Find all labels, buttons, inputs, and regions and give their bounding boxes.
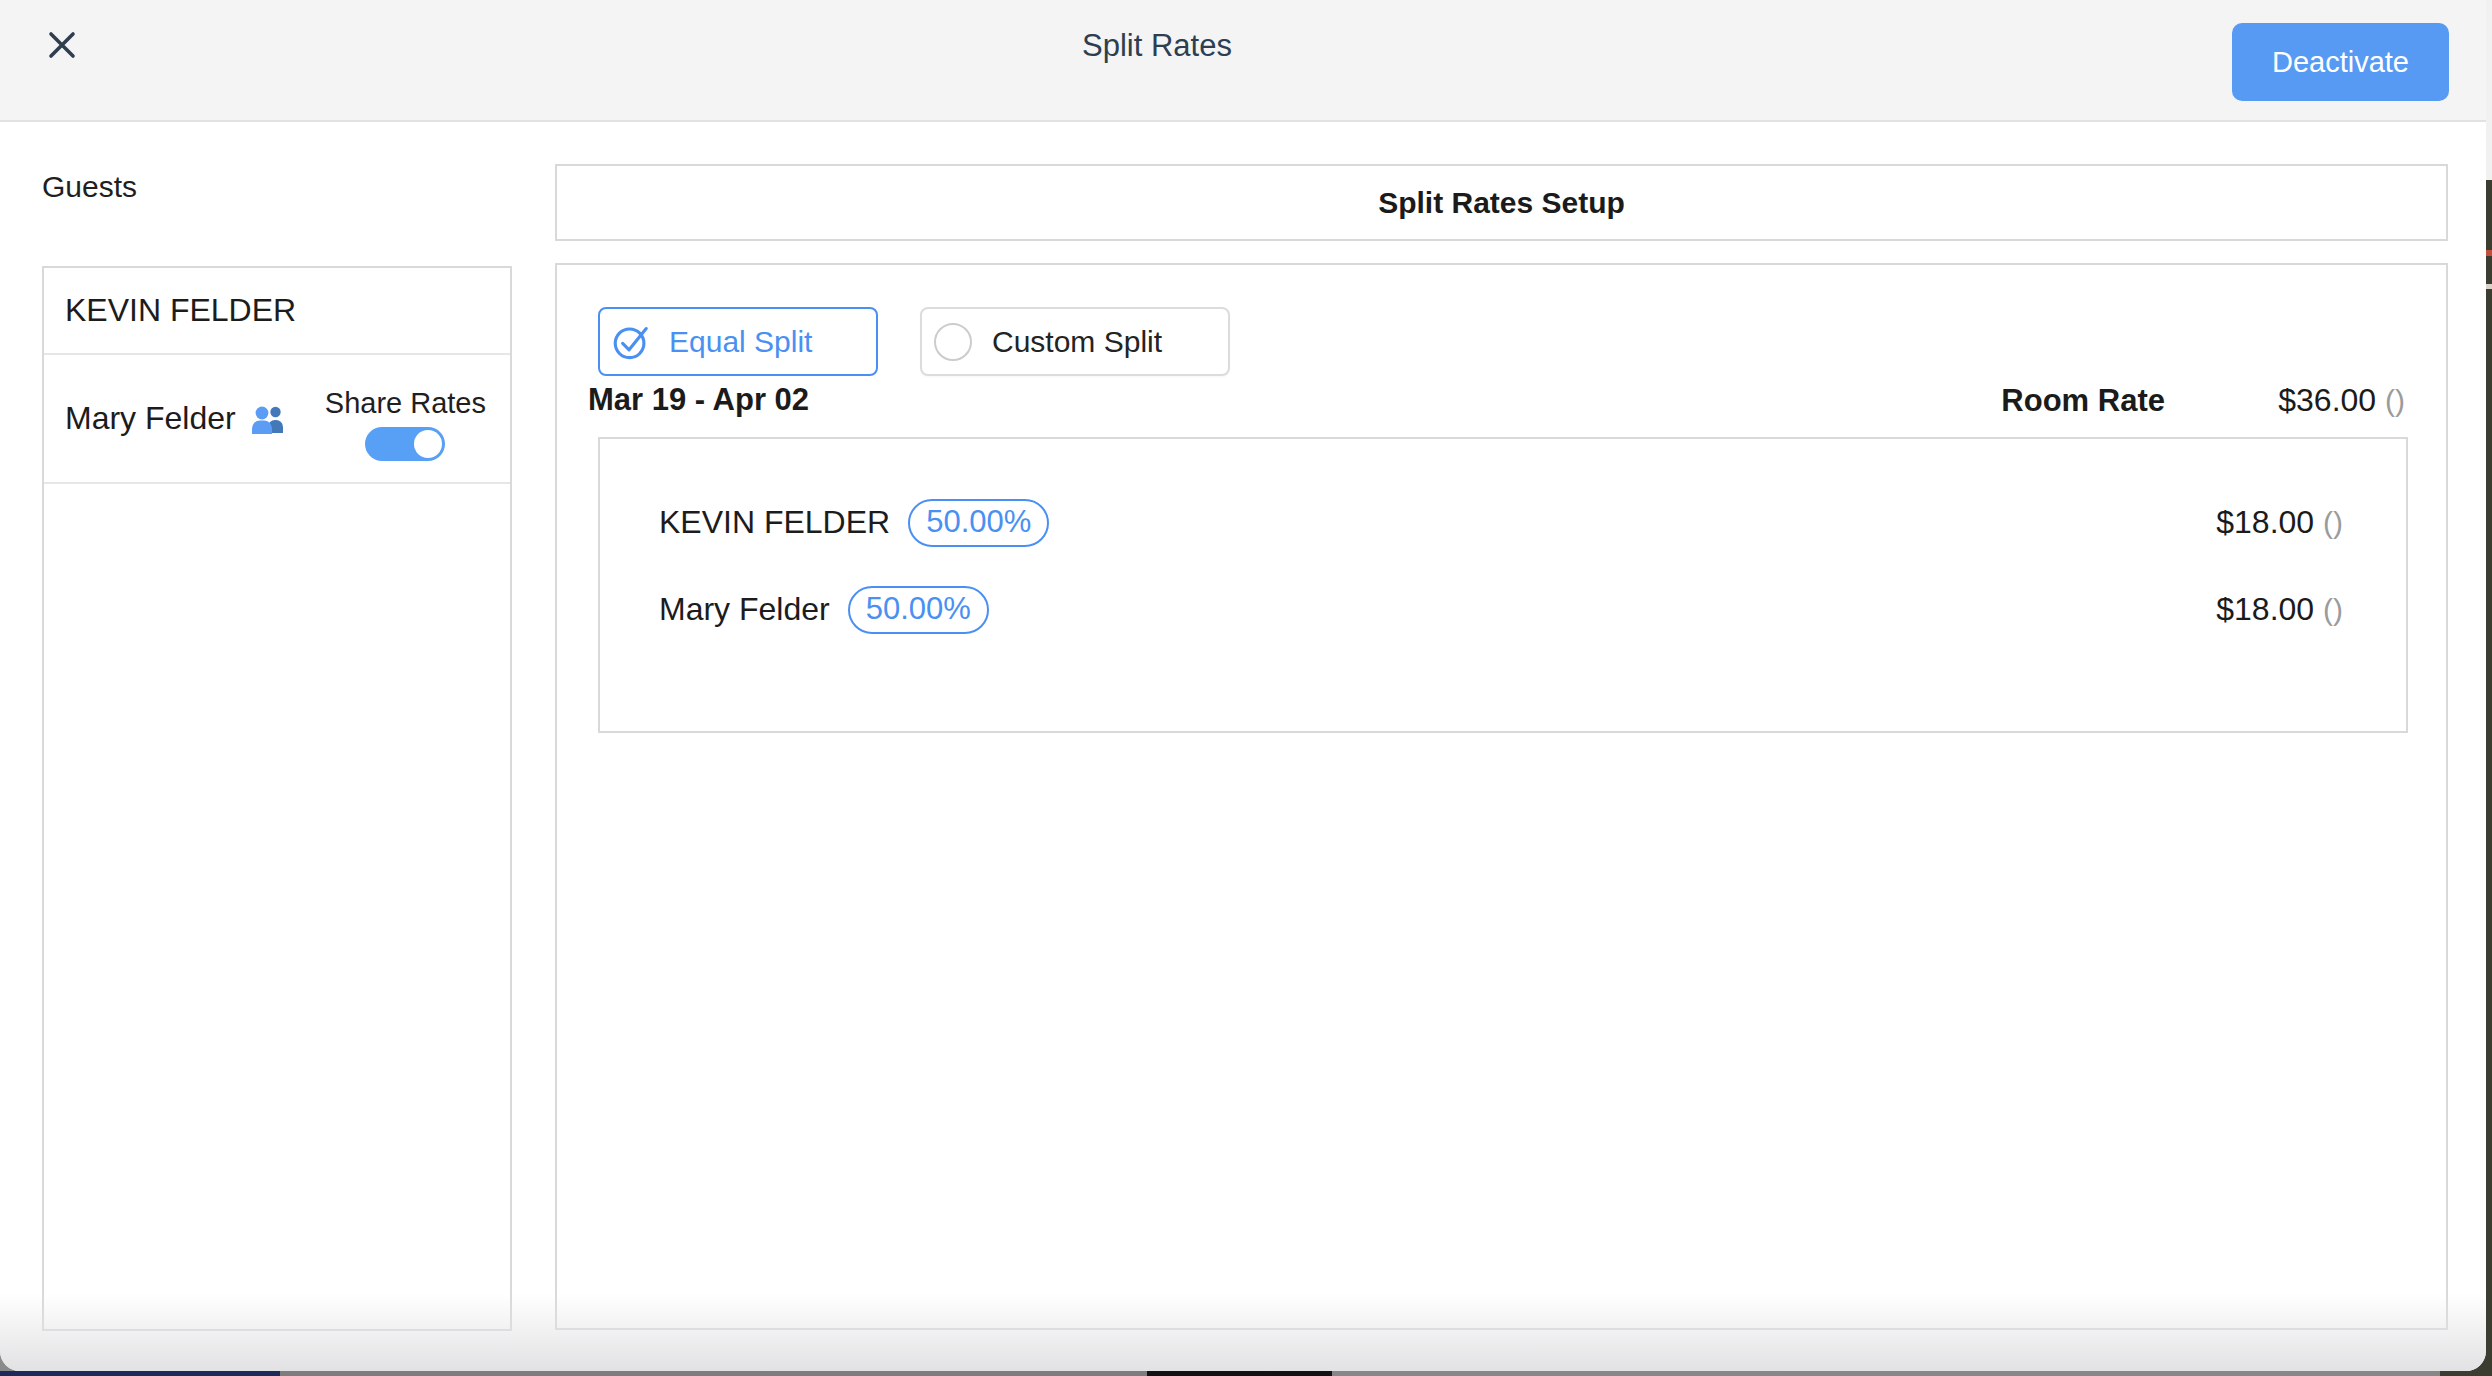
guest-list-item-primary[interactable]: KEVIN FELDER (44, 268, 510, 355)
primary-guest-name: KEVIN FELDER (65, 292, 296, 329)
guest-list-item-shared[interactable]: Mary Felder Share Rates (44, 355, 510, 484)
room-rate-value: $36.00 () (2165, 382, 2405, 419)
setup-header: Split Rates Setup (555, 164, 2448, 241)
room-rate-note: () (2385, 384, 2405, 417)
share-rates-label: Share Rates (325, 387, 486, 420)
page-edge-sliver (1147, 1371, 1332, 1376)
page-edge-sliver (2486, 284, 2492, 289)
guest-name: Mary Felder (659, 591, 830, 628)
equal-split-label: Equal Split (669, 325, 812, 359)
split-rates-modal: Split Rates Deactivate Guests KEVIN FELD… (0, 0, 2486, 1371)
radio-unchecked-icon (934, 323, 972, 361)
room-rate-label: Room Rate (2001, 383, 2165, 419)
shared-guests-icon (250, 403, 288, 435)
guests-list: KEVIN FELDER Mary Felder Share Rates (42, 266, 512, 1331)
guest-split-row: KEVIN FELDER 50.00% $18.00 () (659, 479, 2343, 566)
close-icon[interactable] (46, 29, 78, 61)
page-edge-sliver (2486, 250, 2492, 256)
guest-name: KEVIN FELDER (659, 504, 890, 541)
setup-title: Split Rates Setup (1378, 186, 1625, 220)
modal-header: Split Rates Deactivate (0, 0, 2486, 122)
shared-guest-name: Mary Felder (65, 400, 236, 437)
guest-split-row: Mary Felder 50.00% $18.00 () (659, 566, 2343, 653)
rate-header-line: Mar 19 - Apr 02 Room Rate $36.00 () (588, 377, 2405, 423)
modal-title: Split Rates (1082, 28, 1232, 64)
page-edge-sliver (2486, 0, 2492, 180)
page-edge-sliver (1332, 1371, 2492, 1376)
guest-amount: $18.00 () (2216, 504, 2343, 541)
share-rates-toggle[interactable] (365, 427, 445, 461)
deactivate-button[interactable]: Deactivate (2232, 23, 2449, 101)
custom-split-button[interactable]: Custom Split (920, 307, 1230, 376)
custom-split-label: Custom Split (992, 325, 1162, 359)
page-edge-sliver (2486, 180, 2492, 1376)
percent-input[interactable]: 50.00% (848, 586, 989, 634)
check-circle-icon (612, 323, 649, 360)
date-range: Mar 19 - Apr 02 (588, 382, 809, 418)
split-mode-options: Equal Split Custom Split (598, 307, 1230, 376)
equal-split-button[interactable]: Equal Split (598, 307, 878, 376)
percent-input[interactable]: 50.00% (908, 499, 1049, 547)
toggle-knob (414, 430, 442, 458)
page-edge-sliver (0, 1371, 280, 1376)
page-edge-sliver (280, 1371, 1147, 1376)
split-rates-modal-screen: Split Rates Deactivate Guests KEVIN FELD… (0, 0, 2492, 1376)
guest-split-rows: KEVIN FELDER 50.00% $18.00 () Mary Felde… (598, 437, 2408, 733)
guest-amount: $18.00 () (2216, 591, 2343, 628)
split-setup-panel: Equal Split Custom Split Mar 19 - Apr 02… (555, 263, 2448, 1330)
guests-section-label: Guests (42, 170, 137, 204)
